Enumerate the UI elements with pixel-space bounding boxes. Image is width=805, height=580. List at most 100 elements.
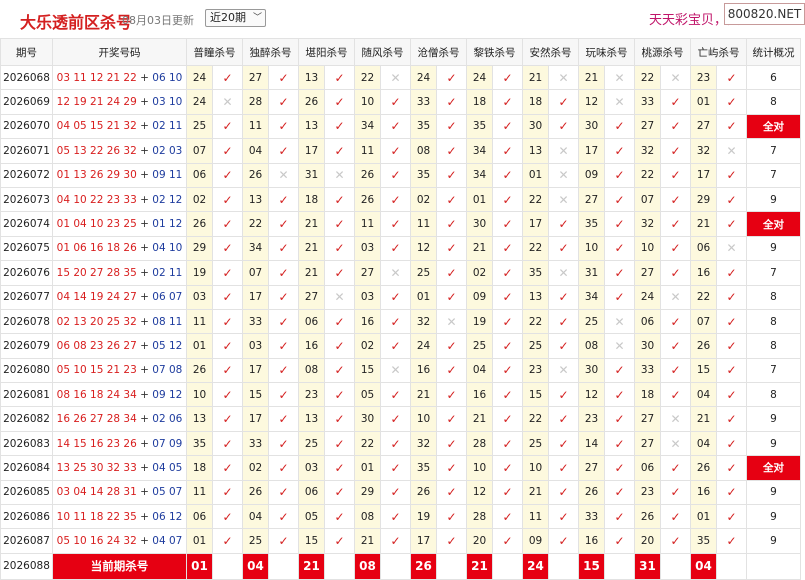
kill-number: 26 — [242, 479, 269, 506]
check-icon: ✓ — [380, 89, 411, 115]
kill-number: 32 — [634, 211, 661, 237]
kill-number: 33 — [410, 89, 437, 115]
kill-number: 23 — [298, 382, 325, 408]
plus-separator: + — [136, 96, 153, 109]
kill-number: 35 — [522, 260, 549, 286]
kill-number: 17 — [690, 162, 717, 188]
summary-count: 8 — [746, 89, 801, 115]
back-numbers: 01 12 — [152, 218, 183, 231]
column-header: 桃源杀号 — [634, 38, 691, 66]
kill-number: 17 — [522, 211, 549, 237]
kill-number: 21 — [522, 479, 549, 506]
kill-number: 21 — [690, 211, 717, 237]
check-icon: ✓ — [324, 308, 355, 335]
period-select[interactable]: 近20期 ﹀ — [205, 9, 266, 27]
front-numbers: 16 26 27 28 34 — [56, 413, 137, 426]
current-kill-number: 15 — [578, 552, 605, 580]
kill-number: 02 — [466, 260, 493, 286]
kill-number: 02 — [354, 333, 381, 359]
kill-number: 13 — [242, 186, 269, 213]
kill-number: 28 — [466, 430, 493, 457]
table-row: 2026078 02 13 20 25 32 + 08 11 11 ✓ 33 ✓ 06 ✓ 16… — [0, 308, 801, 335]
kill-number: 27 — [634, 430, 661, 457]
check-icon: ✓ — [716, 479, 747, 506]
kill-number: 16 — [466, 382, 493, 408]
empty-cell — [716, 552, 747, 580]
kill-number: 17 — [298, 138, 325, 164]
check-icon: ✓ — [436, 64, 467, 91]
check-icon: ✓ — [268, 138, 299, 164]
summary-count: 7 — [746, 138, 801, 164]
check-icon: ✓ — [324, 333, 355, 359]
cross-icon: ✕ — [548, 260, 579, 286]
draw-numbers: 06 08 23 26 27 + 05 12 — [52, 333, 187, 359]
back-numbers: 09 12 — [152, 388, 183, 401]
back-numbers: 02 11 — [152, 266, 183, 279]
check-icon: ✓ — [604, 406, 635, 432]
kill-number: 10 — [634, 235, 661, 262]
plus-separator: + — [136, 218, 153, 231]
draw-numbers: 02 13 20 25 32 + 08 11 — [52, 308, 187, 335]
table-row: 2026087 05 10 16 24 32 + 04 07 01 ✓ 25 ✓ 15 ✓ 21… — [0, 528, 801, 554]
all-correct-badge: 全对 — [746, 455, 801, 481]
check-icon: ✓ — [492, 479, 523, 506]
back-numbers: 06 07 — [152, 291, 183, 304]
kill-number: 26 — [690, 333, 717, 359]
current-period-row: 2026088 当前期杀号 01 04 21 08 26 21 24 15 31 04 — [0, 552, 801, 580]
check-icon: ✓ — [604, 113, 635, 140]
kill-number: 22 — [522, 406, 549, 432]
kill-number: 31 — [298, 162, 325, 188]
check-icon: ✓ — [716, 333, 747, 359]
kill-number: 06 — [634, 308, 661, 335]
kill-number: 26 — [242, 162, 269, 188]
check-icon: ✓ — [324, 138, 355, 164]
kill-number: 16 — [410, 357, 437, 384]
check-icon: ✓ — [604, 162, 635, 188]
check-icon: ✓ — [212, 211, 243, 237]
site-watermark: 800820.NET — [724, 3, 805, 25]
kill-number: 26 — [186, 357, 213, 384]
all-correct-badge: 全对 — [746, 211, 801, 237]
check-icon: ✓ — [436, 113, 467, 140]
kill-number: 25 — [242, 528, 269, 554]
cross-icon: ✕ — [604, 64, 635, 91]
table-row: 2026084 13 25 30 32 33 + 04 05 18 ✓ 02 ✓ 03 ✓ 01… — [0, 455, 801, 481]
front-numbers: 04 05 15 21 32 — [56, 120, 137, 133]
front-numbers: 05 13 22 26 32 — [56, 144, 137, 157]
check-icon: ✓ — [380, 528, 411, 554]
summary-count: 8 — [746, 333, 801, 359]
column-header: 普瞳杀号 — [186, 38, 243, 66]
plus-separator: + — [136, 315, 153, 328]
kill-number: 07 — [242, 260, 269, 286]
kill-number: 14 — [578, 430, 605, 457]
cross-icon: ✕ — [548, 64, 579, 91]
check-icon: ✓ — [212, 64, 243, 91]
issue-number: 2026076 — [0, 260, 53, 286]
back-numbers: 08 11 — [152, 315, 183, 328]
draw-numbers: 03 11 12 21 22 + 06 10 — [52, 64, 187, 91]
kill-number: 04 — [242, 504, 269, 530]
kill-number: 06 — [298, 308, 325, 335]
issue-number: 2026080 — [0, 357, 53, 384]
cross-icon: ✕ — [380, 260, 411, 286]
check-icon: ✓ — [604, 504, 635, 530]
kill-number: 06 — [690, 235, 717, 262]
back-numbers: 04 05 — [152, 461, 183, 474]
plus-separator: + — [136, 169, 153, 182]
column-header: 沧僧杀号 — [410, 38, 467, 66]
kill-number: 01 — [410, 284, 437, 310]
column-header: 统计概况 — [746, 38, 801, 66]
kill-number: 22 — [522, 186, 549, 213]
check-icon: ✓ — [380, 138, 411, 164]
check-icon: ✓ — [436, 504, 467, 530]
kill-number: 12 — [410, 235, 437, 262]
draw-numbers: 13 25 30 32 33 + 04 05 — [52, 455, 187, 481]
check-icon: ✓ — [212, 235, 243, 262]
check-icon: ✓ — [212, 186, 243, 213]
summary-count: 7 — [746, 357, 801, 384]
plus-separator: + — [136, 71, 153, 84]
kill-number: 22 — [634, 162, 661, 188]
table-row: 2026079 06 08 23 26 27 + 05 12 01 ✓ 03 ✓ 16 ✓ 02… — [0, 333, 801, 359]
check-icon: ✓ — [660, 235, 691, 262]
kill-number: 18 — [466, 89, 493, 115]
